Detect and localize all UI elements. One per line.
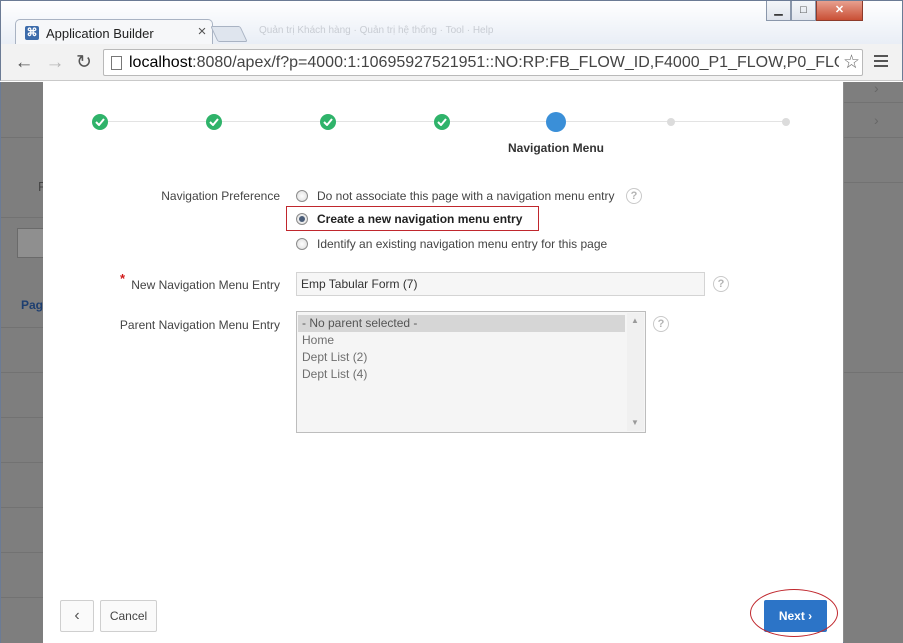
create-page-wizard-dialog: Navigation Menu Navigation Preference Do… bbox=[43, 82, 843, 643]
tab-title: Application Builder bbox=[46, 26, 154, 41]
apex-favicon-icon: ⌘ bbox=[25, 26, 39, 40]
browser-tab[interactable]: ⌘ Application Builder × bbox=[15, 19, 213, 46]
radio-option-identify-existing[interactable]: Identify an existing navigation menu ent… bbox=[296, 236, 607, 252]
parent-navigation-entry-listbox[interactable]: - No parent selected - Home Dept List (2… bbox=[296, 311, 646, 433]
url-text[interactable]: localhost:8080/apex/f?p=4000:1:106959275… bbox=[129, 54, 839, 72]
step-current-marker bbox=[546, 112, 566, 132]
url-path: :8080/apex/f?p=4000:1:10695927521951::NO… bbox=[192, 54, 839, 71]
background-chevron-icon: › bbox=[874, 112, 879, 128]
browser-titlebar: ⌘ Application Builder × Quản trị Khách h… bbox=[0, 0, 903, 46]
new-tab-button[interactable] bbox=[210, 26, 248, 42]
help-icon[interactable]: ? bbox=[626, 188, 642, 204]
listbox-option[interactable]: Dept List (2) bbox=[298, 349, 625, 366]
background-left-panel bbox=[1, 82, 45, 643]
listbox-scrollbar[interactable]: ▲ ▼ bbox=[627, 313, 644, 431]
scroll-up-arrow-icon[interactable]: ▲ bbox=[631, 316, 639, 325]
parent-navigation-entry-label: Parent Navigation Menu Entry bbox=[119, 318, 280, 332]
help-icon[interactable]: ? bbox=[713, 276, 729, 292]
background-window-menu: Quản trị Khách hàng · Quản trị hệ thống … bbox=[259, 25, 494, 36]
wizard-progress: Navigation Menu bbox=[43, 82, 843, 162]
close-window-button[interactable]: ✕ bbox=[816, 1, 863, 21]
restore-button[interactable]: □ bbox=[791, 1, 816, 21]
address-bar[interactable]: localhost:8080/apex/f?p=4000:1:106959275… bbox=[103, 49, 863, 76]
reload-icon[interactable]: ↻ bbox=[73, 52, 95, 74]
step-future-marker bbox=[782, 118, 790, 126]
new-navigation-entry-label: New Navigation Menu Entry bbox=[131, 278, 280, 292]
page-icon bbox=[111, 56, 122, 70]
listbox-option[interactable]: Dept List (4) bbox=[298, 366, 625, 383]
radio-option-do-not-associate[interactable]: Do not associate this page with a naviga… bbox=[296, 188, 615, 204]
step-complete-check-icon bbox=[92, 114, 108, 130]
radio-button[interactable] bbox=[296, 238, 308, 250]
step-complete-check-icon bbox=[206, 114, 222, 130]
current-step-label: Navigation Menu bbox=[507, 141, 604, 155]
radio-option-create-new[interactable]: Create a new navigation menu entry bbox=[296, 211, 522, 227]
listbox-option[interactable]: Home bbox=[298, 332, 625, 349]
browser-menu-icon[interactable] bbox=[874, 55, 888, 69]
help-icon[interactable]: ? bbox=[653, 316, 669, 332]
radio-option-label: Create a new navigation menu entry bbox=[317, 212, 523, 226]
step-complete-check-icon bbox=[320, 114, 336, 130]
minimize-button[interactable]: ▁ bbox=[766, 1, 791, 21]
cancel-button[interactable]: Cancel bbox=[100, 600, 157, 632]
background-link: Pag bbox=[21, 298, 44, 312]
tab-close-icon[interactable]: × bbox=[194, 24, 210, 40]
previous-button[interactable]: ‹ bbox=[60, 600, 94, 632]
radio-option-label: Identify an existing navigation menu ent… bbox=[317, 237, 608, 251]
forward-arrow-icon[interactable]: → bbox=[44, 52, 66, 74]
radio-button-selected[interactable] bbox=[296, 213, 308, 225]
url-host: localhost bbox=[129, 54, 193, 71]
step-complete-check-icon bbox=[434, 114, 450, 130]
annotation-highlight-ellipse bbox=[750, 589, 838, 637]
radio-button[interactable] bbox=[296, 190, 308, 202]
window-controls: ▁ □ ✕ bbox=[766, 1, 863, 21]
new-navigation-entry-input[interactable] bbox=[296, 272, 705, 296]
listbox-option-selected[interactable]: - No parent selected - bbox=[298, 315, 625, 332]
bookmark-star-icon[interactable]: ☆ bbox=[843, 52, 860, 73]
navigation-preference-label: Navigation Preference bbox=[161, 189, 280, 203]
step-future-marker bbox=[667, 118, 675, 126]
back-arrow-icon[interactable]: ← bbox=[13, 52, 35, 74]
scroll-down-arrow-icon[interactable]: ▼ bbox=[631, 418, 639, 427]
background-right-panel: › › bbox=[844, 80, 903, 643]
radio-option-label: Do not associate this page with a naviga… bbox=[317, 189, 615, 203]
browser-toolbar: ← → ↻ localhost:8080/apex/f?p=4000:1:106… bbox=[0, 44, 903, 81]
background-chevron-icon: › bbox=[874, 80, 879, 96]
